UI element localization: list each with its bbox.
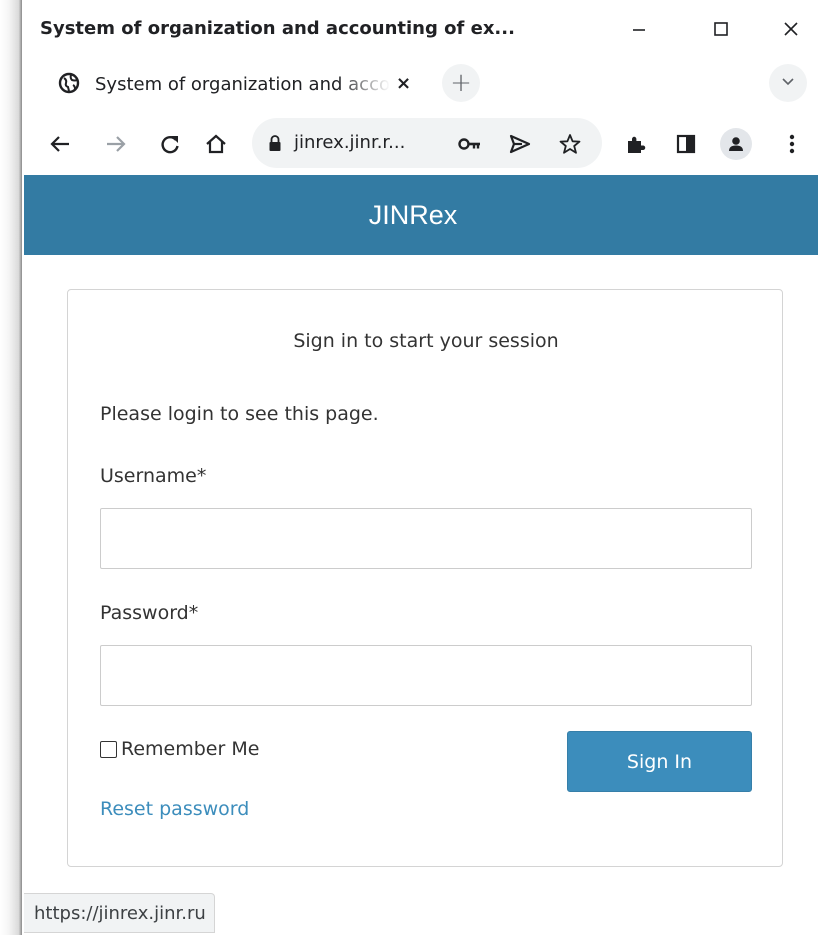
send-icon[interactable] [508, 132, 532, 156]
tab-title: System of organization and accounting of… [95, 74, 390, 95]
url-text: jinrex.jinr.r... [294, 132, 406, 153]
site-brand[interactable]: JINRex [369, 200, 458, 231]
status-url: https://jinrex.jinr.ru [24, 893, 215, 933]
forward-arrow-icon[interactable] [104, 132, 128, 156]
new-tab-button[interactable]: + [442, 64, 480, 102]
key-icon[interactable] [458, 132, 482, 156]
remember-me: Remember Me [100, 738, 259, 760]
password-label: Password* [100, 602, 199, 624]
reload-icon[interactable] [158, 132, 182, 156]
tab-search-button[interactable] [769, 64, 807, 102]
remember-me-checkbox[interactable] [100, 740, 117, 758]
browser-toolbar: jinrex.jinr.r... [24, 112, 818, 174]
lock-icon[interactable] [268, 134, 282, 156]
close-window-button[interactable] [774, 14, 808, 48]
back-arrow-icon[interactable] [48, 132, 72, 156]
close-icon [782, 20, 800, 42]
home-icon[interactable] [204, 132, 228, 156]
maximize-button[interactable] [704, 14, 738, 48]
plus-icon: + [450, 68, 472, 98]
browser-tab[interactable]: System of organization and accounting of… [38, 58, 438, 110]
star-icon[interactable] [558, 132, 582, 156]
tab-close-icon[interactable]: × [396, 73, 411, 94]
profile-icon[interactable] [720, 128, 752, 160]
minimize-button[interactable] [622, 14, 656, 48]
window-shadow [0, 0, 22, 935]
minimize-icon [631, 21, 647, 41]
globe-icon [58, 72, 80, 94]
address-bar[interactable]: jinrex.jinr.r... [252, 118, 602, 168]
site-header: JINRex [24, 175, 818, 255]
password-input[interactable] [100, 645, 752, 706]
sign-in-button[interactable]: Sign In [567, 731, 752, 792]
extensions-icon[interactable] [624, 132, 648, 156]
login-notice: Please login to see this page. [100, 403, 379, 425]
maximize-icon [713, 21, 729, 41]
reset-password-link[interactable]: Reset password [100, 798, 249, 820]
login-box: Sign in to start your session Please log… [67, 289, 783, 867]
chevron-down-icon [780, 73, 796, 93]
title-bar: System of organization and accounting of… [24, 0, 818, 44]
username-input[interactable] [100, 508, 752, 569]
username-label: Username* [100, 465, 207, 487]
window-title: System of organization and accounting of… [40, 18, 515, 39]
remember-me-label[interactable]: Remember Me [121, 738, 259, 760]
login-box-title: Sign in to start your session [293, 330, 559, 352]
side-panel-icon[interactable] [674, 132, 698, 156]
menu-icon[interactable] [780, 132, 804, 156]
browser-window: System of organization and accounting of… [24, 0, 818, 935]
